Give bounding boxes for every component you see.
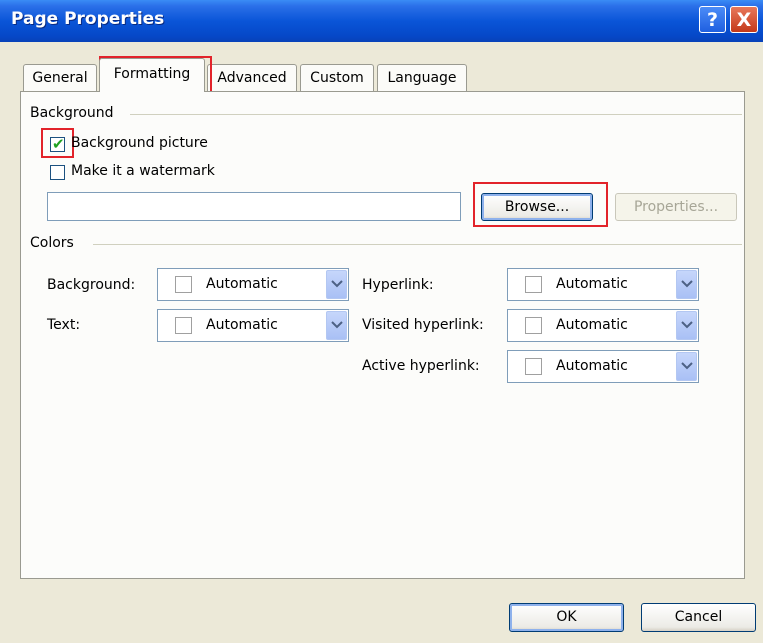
dropdown-button[interactable] [676, 270, 697, 299]
browse-button[interactable]: Browse... [481, 193, 593, 221]
watermark-checkbox[interactable] [50, 165, 65, 180]
chevron-down-icon [681, 362, 693, 370]
color-swatch [525, 358, 542, 375]
background-color-label: Background: [47, 277, 136, 293]
text-color-label: Text: [47, 317, 81, 333]
help-button[interactable]: ? [699, 6, 726, 33]
color-swatch [175, 317, 192, 334]
tab-custom[interactable]: Custom [300, 64, 374, 91]
properties-button[interactable]: Properties... [615, 193, 737, 221]
visited-hyperlink-color-label: Visited hyperlink: [362, 317, 484, 333]
background-group-label: Background [30, 105, 118, 121]
background-color-value: Automatic [206, 276, 278, 292]
color-swatch [525, 276, 542, 293]
background-picture-path-input[interactable] [47, 192, 461, 221]
help-icon: ? [706, 9, 719, 31]
dropdown-button[interactable] [676, 352, 697, 381]
close-icon: X [736, 9, 752, 31]
ok-button[interactable]: OK [509, 603, 624, 632]
background-group-divider [130, 114, 742, 115]
watermark-label: Make it a watermark [71, 163, 215, 179]
background-color-select[interactable]: Automatic [157, 268, 349, 301]
visited-hyperlink-color-value: Automatic [556, 317, 628, 333]
title-bar[interactable]: Page Properties ? X [0, 0, 763, 42]
hyperlink-color-select[interactable]: Automatic [507, 268, 699, 301]
background-picture-checkbox[interactable]: ✔ [50, 135, 65, 153]
color-swatch [175, 276, 192, 293]
color-swatch [525, 317, 542, 334]
tab-language[interactable]: Language [377, 64, 467, 91]
active-hyperlink-color-select[interactable]: Automatic [507, 350, 699, 383]
tab-general[interactable]: General [23, 64, 97, 91]
chevron-down-icon [331, 280, 343, 288]
checkmark-icon: ✔ [52, 135, 65, 153]
hyperlink-color-label: Hyperlink: [362, 277, 434, 293]
background-picture-label: Background picture [71, 135, 208, 151]
cancel-button[interactable]: Cancel [641, 603, 756, 632]
chevron-down-icon [681, 280, 693, 288]
chevron-down-icon [681, 321, 693, 329]
dropdown-button[interactable] [326, 311, 347, 340]
active-hyperlink-color-label: Active hyperlink: [362, 358, 480, 374]
tab-advanced[interactable]: Advanced [207, 64, 297, 91]
hyperlink-color-value: Automatic [556, 276, 628, 292]
text-color-value: Automatic [206, 317, 278, 333]
text-color-select[interactable]: Automatic [157, 309, 349, 342]
colors-group-divider [93, 244, 742, 245]
page-properties-dialog: Page Properties ? X General Formatting A… [0, 0, 763, 643]
visited-hyperlink-color-select[interactable]: Automatic [507, 309, 699, 342]
close-button[interactable]: X [730, 6, 758, 33]
dropdown-button[interactable] [676, 311, 697, 340]
colors-group-label: Colors [30, 235, 78, 251]
chevron-down-icon [331, 321, 343, 329]
tab-formatting[interactable]: Formatting [99, 58, 205, 92]
window-title: Page Properties [11, 9, 165, 29]
active-hyperlink-color-value: Automatic [556, 358, 628, 374]
dropdown-button[interactable] [326, 270, 347, 299]
